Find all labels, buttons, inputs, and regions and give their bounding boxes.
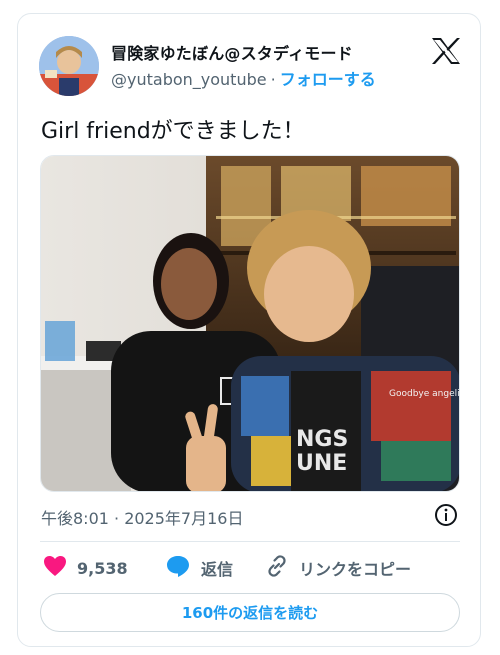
read-replies-button[interactable]: 160件の返信を読む <box>40 593 460 632</box>
author-handle-row: @yutabon_youtube · フォローする <box>111 66 376 90</box>
tweet-text: Girl friendができました！ <box>41 119 305 144</box>
shirt-print-line-1: NGS <box>296 427 348 452</box>
copy-link-action[interactable]: リンクをコピー <box>265 554 412 582</box>
author-avatar[interactable] <box>39 36 99 96</box>
shirt-print-line-2: UNE <box>296 451 347 476</box>
x-logo-icon[interactable] <box>431 37 461 65</box>
like-action[interactable]: 9,538 <box>43 556 128 580</box>
handle-separator: · <box>270 70 276 89</box>
copy-link-label: リンクをコピー <box>299 560 412 579</box>
tweet-photo[interactable]: NGS UNE Goodbye angelina <box>40 155 460 492</box>
reply-bubble-icon <box>165 554 191 582</box>
link-icon <box>265 554 289 582</box>
jacket-print: Goodbye angelina <box>389 389 460 399</box>
heart-icon <box>43 555 67 581</box>
info-icon[interactable] <box>434 503 458 527</box>
like-count: 9,538 <box>77 558 128 578</box>
author-handle[interactable]: @yutabon_youtube <box>111 70 267 89</box>
reply-action[interactable]: 返信 <box>165 556 233 580</box>
reply-label: 返信 <box>201 560 234 579</box>
tweet-timestamp[interactable]: 午後8:01 · 2025年7月16日 <box>41 505 243 529</box>
author-display-name[interactable]: 冒険家ゆたぼん@スタディモード <box>111 40 353 64</box>
divider <box>40 541 460 542</box>
follow-button[interactable]: フォローする <box>280 70 376 89</box>
